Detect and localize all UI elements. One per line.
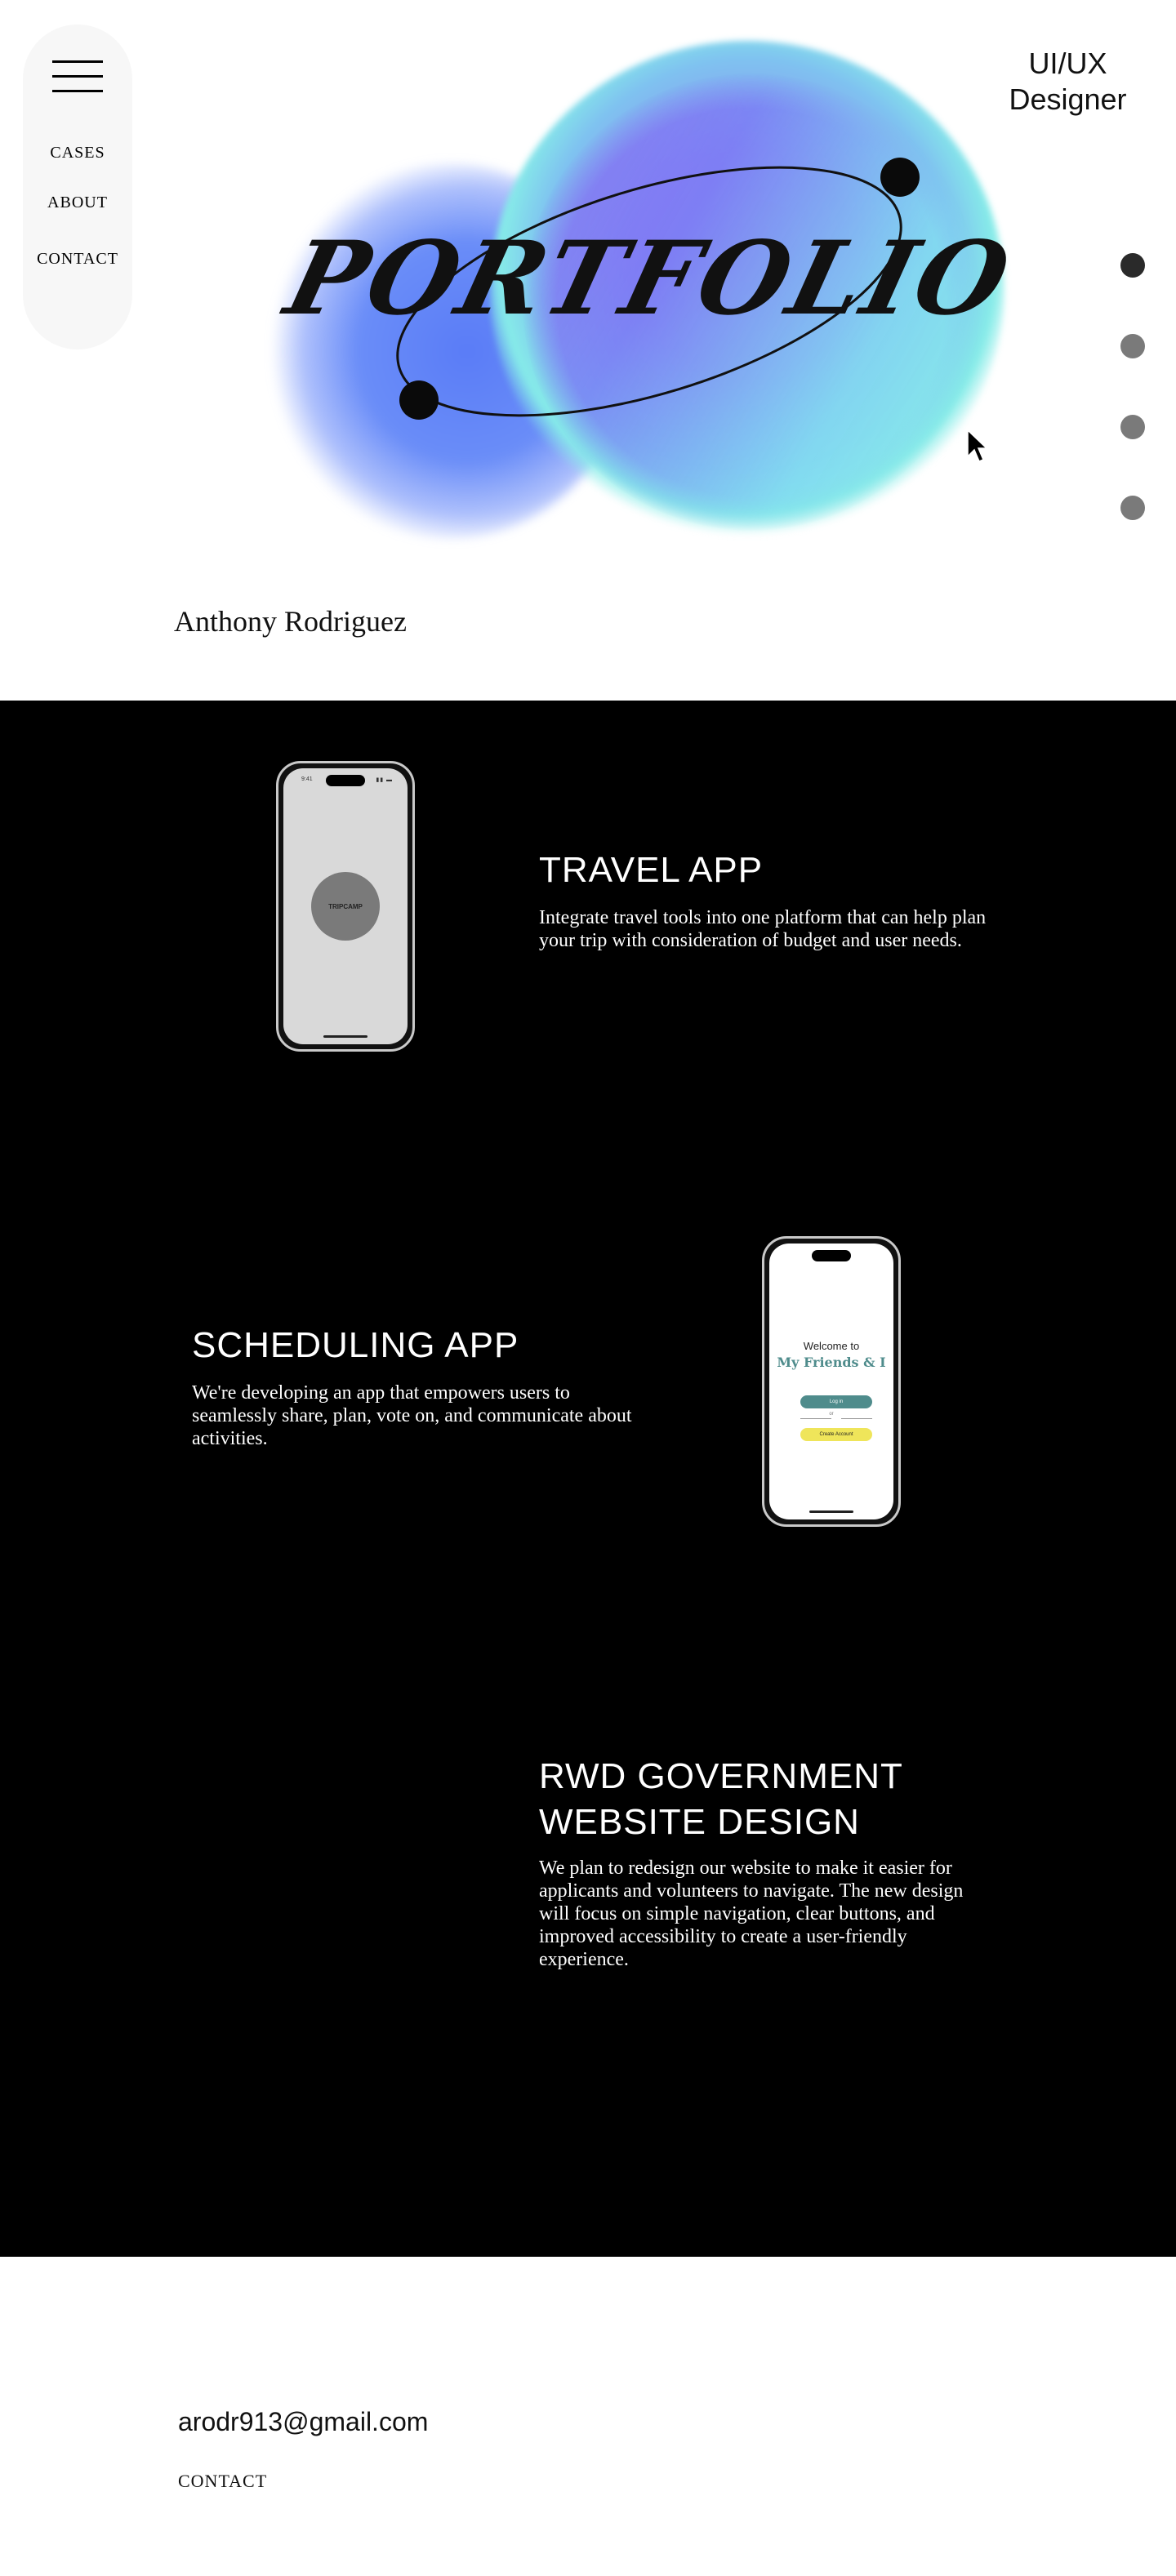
phone-screen: Welcome to My Friends & I Log in or Crea… bbox=[769, 1244, 893, 1519]
projects-section: 9:41 ▮▮ ▬ TRIPCAMP TRAVEL APP Integrate … bbox=[0, 701, 1176, 2257]
app-name: My Friends & I bbox=[777, 1355, 886, 1370]
nav-link-contact[interactable]: CONTACT bbox=[23, 250, 132, 269]
email-link[interactable]: arodr913@gmail.com bbox=[178, 2407, 428, 2437]
nav-link-cases[interactable]: CASES bbox=[23, 144, 132, 162]
section-dot-1[interactable] bbox=[1120, 253, 1145, 278]
project-title-line-1: RWD GOVERNMENT bbox=[539, 1756, 903, 1796]
phone-notch bbox=[326, 775, 365, 786]
orbit-planet-top bbox=[880, 158, 920, 197]
section-dot-3[interactable] bbox=[1120, 415, 1145, 439]
footer: arodr913@gmail.com CONTACT bbox=[0, 2257, 1176, 2576]
create-account-button: Create Account bbox=[800, 1428, 872, 1441]
status-time: 9:41 bbox=[301, 776, 313, 782]
author-name: Anthony Rodriguez bbox=[174, 605, 407, 638]
phone-screen: 9:41 ▮▮ ▬ TRIPCAMP bbox=[283, 768, 408, 1044]
footer-contact-link[interactable]: CONTACT bbox=[178, 2471, 267, 2492]
hamburger-menu-icon[interactable] bbox=[52, 60, 103, 93]
mouse-pointer-icon bbox=[967, 429, 987, 462]
project-description-scheduling-app: We're developing an app that empowers us… bbox=[192, 1382, 632, 1449]
phone-notch bbox=[812, 1250, 851, 1261]
role-title: UI/UX Designer bbox=[976, 46, 1160, 118]
phone-home-bar bbox=[323, 1035, 368, 1038]
role-line-1: UI/UX bbox=[1028, 47, 1107, 80]
project-title-line-2: WEBSITE DESIGN bbox=[539, 1802, 860, 1842]
section-dot-4[interactable] bbox=[1120, 496, 1145, 520]
welcome-text: Welcome to bbox=[803, 1340, 860, 1352]
side-navigation: CASES ABOUT CONTACT bbox=[23, 24, 132, 349]
travel-app-phone-mockup[interactable]: 9:41 ▮▮ ▬ TRIPCAMP bbox=[276, 761, 415, 1052]
role-line-2: Designer bbox=[1009, 82, 1127, 116]
hero-section: PORTFOLIO CASES ABOUT CONTACT UI/UX Desi… bbox=[0, 0, 1176, 701]
scheduling-app-phone-mockup[interactable]: Welcome to My Friends & I Log in or Crea… bbox=[762, 1236, 901, 1527]
phone-home-bar bbox=[809, 1510, 853, 1513]
status-icons: ▮▮ ▬ bbox=[376, 777, 393, 783]
project-title-rwd-government[interactable]: RWD GOVERNMENT WEBSITE DESIGN bbox=[539, 1754, 1029, 1845]
app-splash-logo: TRIPCAMP bbox=[311, 872, 380, 941]
nav-link-about[interactable]: ABOUT bbox=[23, 194, 132, 212]
splash-label: TRIPCAMP bbox=[328, 902, 363, 910]
or-label: or bbox=[829, 1412, 834, 1417]
orbit-planet-bottom bbox=[399, 380, 439, 420]
project-title-scheduling-app[interactable]: SCHEDULING APP bbox=[192, 1323, 519, 1368]
project-description-rwd-government: We plan to redesign our website to make … bbox=[539, 1857, 964, 1970]
project-title-travel-app[interactable]: TRAVEL APP bbox=[539, 848, 763, 893]
project-description-travel-app: Integrate travel tools into one platform… bbox=[539, 907, 987, 951]
login-button: Log in bbox=[800, 1395, 872, 1408]
portfolio-title: PORTFOLIO bbox=[275, 220, 1024, 338]
section-dot-2[interactable] bbox=[1120, 334, 1145, 358]
